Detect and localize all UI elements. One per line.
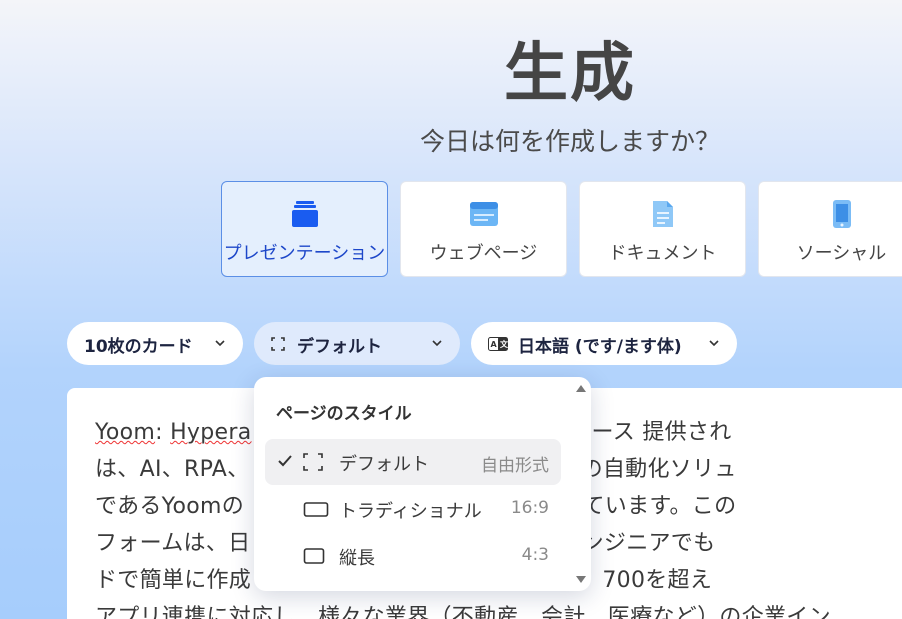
menu-header: ページのスタイル [276, 404, 412, 424]
option-label: 縦長 [339, 548, 375, 569]
frame-corners-icon [303, 453, 323, 471]
type-card-webpage[interactable]: ウェブページ [400, 181, 567, 277]
type-card-label: プレゼンテーション [223, 243, 386, 264]
style-option-traditional[interactable]: トラディショナル 16:9 [265, 486, 561, 532]
type-card-label: ドキュメント [608, 243, 717, 264]
stack-slides-icon [290, 199, 320, 229]
page-style-label: デフォルト [297, 337, 382, 357]
text-fragment: : [155, 420, 171, 445]
type-card-label: ウェブページ [429, 243, 538, 264]
chevron-down-icon [709, 340, 719, 347]
misspelled-word: Hypera [170, 420, 252, 445]
frame-corners-icon [271, 337, 285, 351]
option-ratio: 16:9 [510, 498, 549, 518]
page-style-menu: ページのスタイル デフォルト 自由形式 トラディショナル 16:9 縦長 4:3 [254, 377, 591, 591]
page-title: 生成 [504, 37, 636, 111]
document-icon [651, 199, 675, 229]
option-ratio: 4:3 [521, 545, 549, 565]
text-fragment: アプリ連携に対応し、様々な業界（不動産、会計、医療など）の企業イン [95, 605, 831, 619]
text-fragment: ドで簡単に作成 [95, 568, 252, 593]
option-ratio: 自由形式 [481, 456, 549, 476]
checkmark-icon [278, 455, 292, 467]
type-card-label: ソーシャル [796, 243, 887, 264]
type-card-presentation[interactable]: プレゼンテーション [221, 181, 388, 277]
svg-text:A: A [491, 340, 498, 349]
option-label: トラディショナル [339, 501, 482, 522]
misspelled-word: Yoom [95, 420, 156, 445]
scroll-up-icon[interactable] [575, 383, 587, 393]
landscape-frame-icon [303, 502, 329, 517]
chevron-down-icon [215, 340, 225, 347]
page-style-select[interactable]: デフォルト [254, 322, 460, 365]
text-fragment: フォームは、日 [95, 531, 251, 556]
language-select[interactable]: A 文 日本語 (です/ます体) [471, 322, 737, 365]
text-fragment: であるYoomの [95, 494, 245, 519]
webpage-icon [469, 199, 499, 229]
card-count-label: 10枚のカード [84, 337, 193, 357]
language-label: 日本語 (です/ます体) [518, 337, 682, 357]
phone-icon [832, 199, 852, 229]
option-label: デフォルト [339, 454, 429, 475]
style-option-default[interactable]: デフォルト 自由形式 [265, 439, 561, 485]
text-fragment: は、AI、RPA、 [95, 457, 250, 482]
chevron-down-icon [432, 340, 442, 347]
page-subtitle: 今日は何を作成しますか？ [419, 127, 720, 156]
translate-icon: A 文 [488, 337, 508, 351]
tall-frame-icon [303, 548, 325, 564]
style-option-vertical[interactable]: 縦長 4:3 [265, 533, 561, 579]
card-count-select[interactable]: 10枚のカード [67, 322, 243, 365]
svg-text:文: 文 [500, 339, 508, 349]
type-card-social[interactable]: ソーシャル [758, 181, 902, 277]
scroll-down-icon[interactable] [575, 575, 587, 585]
type-card-document[interactable]: ドキュメント [579, 181, 746, 277]
